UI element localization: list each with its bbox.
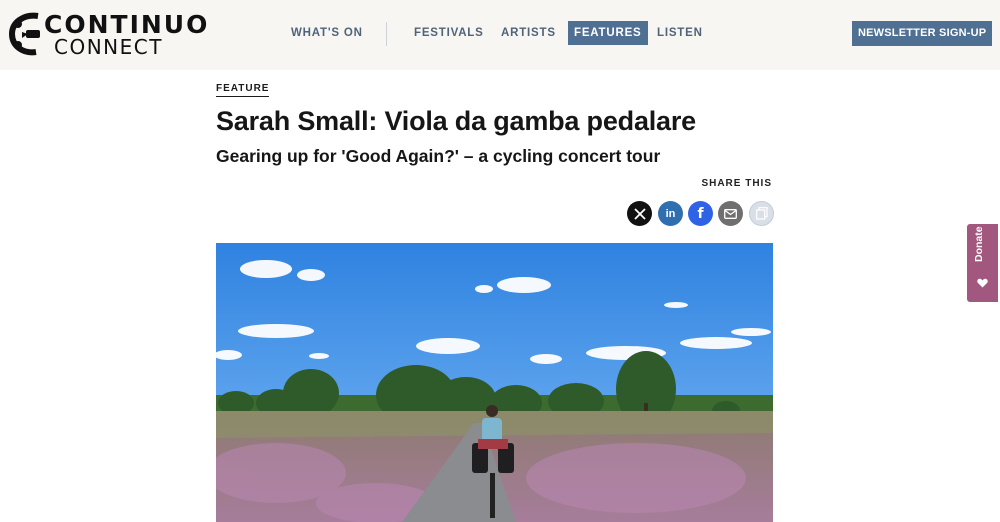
- share-label: SHARE THIS: [701, 178, 772, 189]
- hero-image: [216, 243, 773, 522]
- donate-label: Donate: [973, 226, 985, 262]
- facebook-icon: f: [697, 205, 704, 222]
- share-facebook-button[interactable]: f: [688, 201, 713, 226]
- share-linkedin-button[interactable]: in: [658, 201, 683, 226]
- share-copy-link-button[interactable]: [749, 201, 774, 226]
- nav-item-festivals[interactable]: FESTIVALS: [414, 21, 484, 45]
- share-email-button[interactable]: [718, 201, 743, 226]
- share-buttons: in f: [627, 201, 777, 226]
- share-x-button[interactable]: [627, 201, 652, 226]
- nav-item-listen[interactable]: LISTEN: [657, 21, 703, 45]
- article-subtitle: Gearing up for 'Good Again?' – a cycling…: [216, 146, 661, 166]
- x-icon: [633, 207, 646, 220]
- article-title: Sarah Small: Viola da gamba pedalare: [216, 106, 696, 136]
- logo-line-1: CONTINUO: [44, 10, 210, 39]
- copy-link-icon: [755, 207, 768, 220]
- nav-item-whats-on[interactable]: WHAT'S ON: [291, 21, 363, 45]
- article-category[interactable]: FEATURE: [216, 83, 270, 97]
- heart-icon: [977, 278, 988, 288]
- site-header: CONTINUO CONNECT WHAT'S ON FESTIVALS ART…: [0, 0, 1000, 70]
- site-logo[interactable]: CONTINUO CONNECT: [8, 10, 207, 59]
- donate-button[interactable]: Donate: [967, 224, 998, 302]
- nav-divider: [386, 22, 387, 46]
- logo-line-2: CONNECT: [54, 35, 163, 59]
- nav-item-features[interactable]: FEATURES: [568, 21, 648, 45]
- linkedin-icon: in: [665, 207, 676, 220]
- nav-item-artists[interactable]: ARTISTS: [501, 21, 556, 45]
- email-icon: [724, 208, 737, 219]
- cyclist-heath-photo: [216, 243, 773, 522]
- newsletter-signup-button[interactable]: NEWSLETTER SIGN-UP: [852, 21, 993, 46]
